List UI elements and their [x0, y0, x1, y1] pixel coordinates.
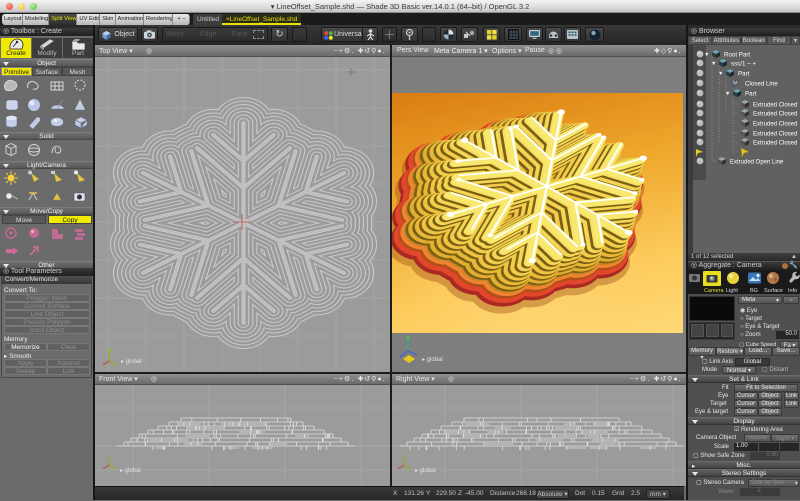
svg-text:Extruded Closed: Extruded Closed [753, 131, 797, 137]
svg-text:Closed Line: Closed Line [745, 80, 778, 87]
svg-text:ssc/1 ~ +: ssc/1 ~ + [731, 60, 756, 67]
svg-text:▸ global: ▸ global [422, 357, 443, 363]
svg-text:Part: Part [745, 90, 757, 97]
svg-text:▸ global: ▸ global [120, 468, 141, 474]
svg-text:▼: ▼ [704, 52, 709, 58]
svg-text:▸ global: ▸ global [121, 359, 142, 365]
svg-text:▼: ▼ [725, 91, 730, 97]
svg-text:Extruded Closed: Extruded Closed [753, 102, 797, 108]
svg-text:▼: ▼ [711, 61, 716, 67]
svg-text:Extruded Closed: Extruded Closed [753, 121, 797, 127]
svg-text:Part: Part [738, 70, 750, 77]
svg-text:Extruded Closed: Extruded Closed [753, 111, 797, 117]
svg-text:Extruded Open Line: Extruded Open Line [730, 159, 784, 165]
svg-text:Root Part: Root Part [724, 51, 750, 58]
svg-text:▸ global: ▸ global [415, 468, 436, 474]
svg-text:▼: ▼ [718, 71, 723, 77]
svg-text:Extruded Closed: Extruded Closed [753, 140, 797, 146]
